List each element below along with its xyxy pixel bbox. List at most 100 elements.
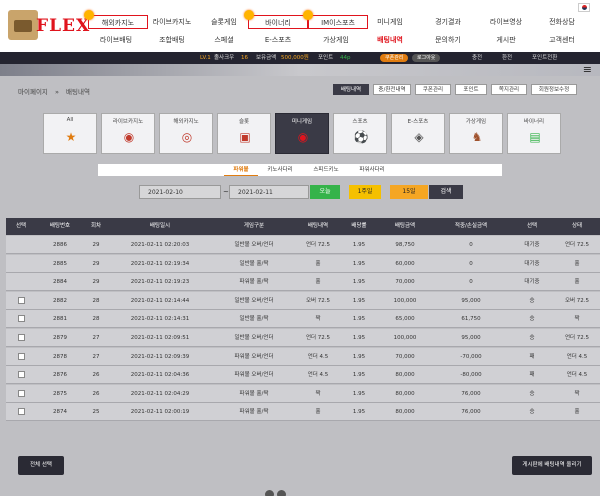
cell-odds: 1.95 xyxy=(352,372,366,379)
menu-binary[interactable]: 바이너리 xyxy=(248,15,308,29)
category-sports[interactable]: 스포츠 ⚽ xyxy=(333,113,387,154)
fifteen-days-button[interactable]: 15일 xyxy=(390,185,428,199)
menu-inquiry[interactable]: 문의하기 xyxy=(418,33,478,47)
point-convert-button[interactable]: 포인트전환 xyxy=(532,52,557,64)
menu-live-casino[interactable]: 라이브카지노 xyxy=(142,15,202,29)
category-label: 미니게임 xyxy=(291,119,313,125)
category-binary[interactable]: 바이너리 ▤ xyxy=(507,113,561,154)
today-button[interactable]: 오늘 xyxy=(310,185,340,199)
mini-game-icon: ◉ xyxy=(297,130,309,144)
gamepad-icon: ◈ xyxy=(414,130,424,144)
cell-bet: 짝 xyxy=(315,390,321,397)
cell-time: 2021-02-11 02:20:03 xyxy=(130,242,190,248)
menu-results[interactable]: 경기결과 xyxy=(418,15,478,29)
cell-time: 2021-02-11 02:14:44 xyxy=(130,297,190,304)
row-checkbox[interactable] xyxy=(18,334,25,341)
menu-board[interactable]: 게시판 xyxy=(476,33,536,47)
category-esports[interactable]: E-스포츠 ◈ xyxy=(391,113,445,154)
logo[interactable]: FLEX xyxy=(8,10,90,42)
menu-mini-game[interactable]: 미니게임 xyxy=(360,15,420,29)
tab-deposit-withdraw[interactable]: 충/환전내역 xyxy=(373,84,411,95)
charge-button[interactable]: 충전 xyxy=(472,52,482,64)
row-checkbox[interactable] xyxy=(18,408,25,416)
row-checkbox[interactable] xyxy=(18,296,25,304)
select-all-button[interactable]: 전체 선택 xyxy=(18,456,64,475)
cell-status: 언더 72.5 xyxy=(564,335,590,341)
cell-id: 2876 xyxy=(53,372,67,379)
tab-profile[interactable]: 회원정보수정 xyxy=(531,84,577,95)
cell-id: 2874 xyxy=(53,409,67,416)
category-label: 가상게임 xyxy=(465,119,487,125)
cell-amount: 98,750 xyxy=(395,242,415,248)
page-dot[interactable] xyxy=(277,490,286,496)
hot-badge-icon xyxy=(303,10,313,20)
cell-id: 2886 xyxy=(53,242,67,248)
row-checkbox[interactable] xyxy=(18,371,25,379)
category-mini-game[interactable]: 미니게임 ◉ xyxy=(275,113,329,154)
cell-amount: 80,000 xyxy=(395,409,415,416)
post-to-board-button[interactable]: 게시판에 배팅내역 올리기 xyxy=(512,456,592,475)
category-label: 스포츠 xyxy=(352,119,368,125)
main-menu-row-2: 라이브배팅 조합배팅 스페셜 E-스포츠 가상게임 배팅내역 문의하기 게시판 … xyxy=(84,33,600,47)
cell-result: 0 xyxy=(469,260,473,267)
category-all[interactable]: All ★ xyxy=(43,113,97,154)
message-badge[interactable]: 16 xyxy=(241,52,248,64)
category-live-casino[interactable]: 라이브카지노 ◉ xyxy=(101,113,155,154)
user-level: LV.1 xyxy=(200,55,211,61)
subtab-powerball[interactable]: 파워볼 xyxy=(224,164,258,176)
row-checkbox[interactable] xyxy=(18,315,25,323)
menu-im-esports[interactable]: IM이스포츠 xyxy=(308,15,368,29)
cell-odds: 1.95 xyxy=(352,316,366,323)
cell-odds: 1.95 xyxy=(352,335,366,341)
menu-esports[interactable]: E-스포츠 xyxy=(248,33,308,47)
language-flag-icon[interactable] xyxy=(578,3,590,12)
table-row: 2886 29 2021-02-11 02:20:03 일반볼 오버/언더 언더 72.… xyxy=(6,236,600,254)
col-select: 선택 xyxy=(15,223,27,229)
menu-special[interactable]: 스페셜 xyxy=(194,33,254,47)
hamburger-menu-icon[interactable]: ≡ xyxy=(583,63,592,76)
menu-live-video[interactable]: 라이브영상 xyxy=(476,15,536,29)
search-button[interactable]: 검색 xyxy=(429,185,463,199)
menu-phone[interactable]: 전화상담 xyxy=(532,15,592,29)
menu-combo-betting[interactable]: 조합배팅 xyxy=(142,33,202,47)
table-row: 2884 29 2021-02-11 02:19:23 파워볼 홀/짝 홀 1.95 70,… xyxy=(6,273,600,292)
cell-status: 언더 72.5 xyxy=(564,242,590,248)
cell-time: 2021-02-11 02:00:19 xyxy=(130,409,190,416)
page-dot[interactable] xyxy=(265,490,274,496)
top-navigation: FLEX 해외카지노 라이브카지노 슬롯게임 바이너리 IM이스포츠 미니게임 … xyxy=(0,0,600,52)
category-slot[interactable]: 슬롯 ▣ xyxy=(217,113,271,154)
tab-bet-history[interactable]: 배팅내역 xyxy=(333,84,369,95)
exchange-button[interactable]: 환전 xyxy=(502,52,512,64)
date-from-input[interactable]: 2021-02-10 xyxy=(139,185,221,199)
menu-overseas-casino[interactable]: 해외카지노 xyxy=(88,15,148,29)
cell-id: 2875 xyxy=(53,390,67,397)
row-checkbox[interactable] xyxy=(18,352,25,360)
category-virtual[interactable]: 가상게임 ♞ xyxy=(449,113,503,154)
cell-game: 파워볼 오버/언더 xyxy=(234,372,274,379)
cell-time: 2021-02-11 02:04:29 xyxy=(130,390,190,397)
category-overseas-casino[interactable]: 해외카지노 ◎ xyxy=(159,113,213,154)
date-range-separator: ~ xyxy=(223,188,229,196)
tab-messages[interactable]: 쪽지관리 xyxy=(491,84,527,95)
subtab-keno-ladder[interactable]: 키노사다리 xyxy=(258,164,302,176)
breadcrumb-home[interactable]: 마이페이지 xyxy=(18,88,48,96)
menu-live-betting[interactable]: 라이브배팅 xyxy=(86,33,146,47)
cell-bet: 오버 72.5 xyxy=(305,297,331,304)
subtab-speed-keno[interactable]: 스피드키노 xyxy=(304,164,348,176)
one-week-button[interactable]: 1주일 xyxy=(349,185,381,199)
logout-button[interactable]: 로그아웃 xyxy=(412,54,441,62)
hot-badge-icon xyxy=(244,10,254,20)
cell-amount: 70,000 xyxy=(395,353,415,360)
subtab-power-ladder[interactable]: 파워사다리 xyxy=(350,164,394,176)
menu-bet-history[interactable]: 배팅내역 xyxy=(360,33,420,47)
date-to-input[interactable]: 2021-02-11 xyxy=(229,185,309,199)
row-checkbox[interactable] xyxy=(18,389,25,397)
chip-icon: ◉ xyxy=(123,130,135,144)
tab-point[interactable]: 포인트 xyxy=(455,84,487,95)
cell-round: 29 xyxy=(92,260,100,267)
tab-coupon[interactable]: 쿠폰관리 xyxy=(415,84,451,95)
coupon-button[interactable]: 쿠폰관리 xyxy=(380,54,409,62)
menu-virtual[interactable]: 가상게임 xyxy=(306,33,366,47)
cell-pick: 승 xyxy=(529,409,535,416)
menu-support[interactable]: 고객센터 xyxy=(532,33,592,47)
